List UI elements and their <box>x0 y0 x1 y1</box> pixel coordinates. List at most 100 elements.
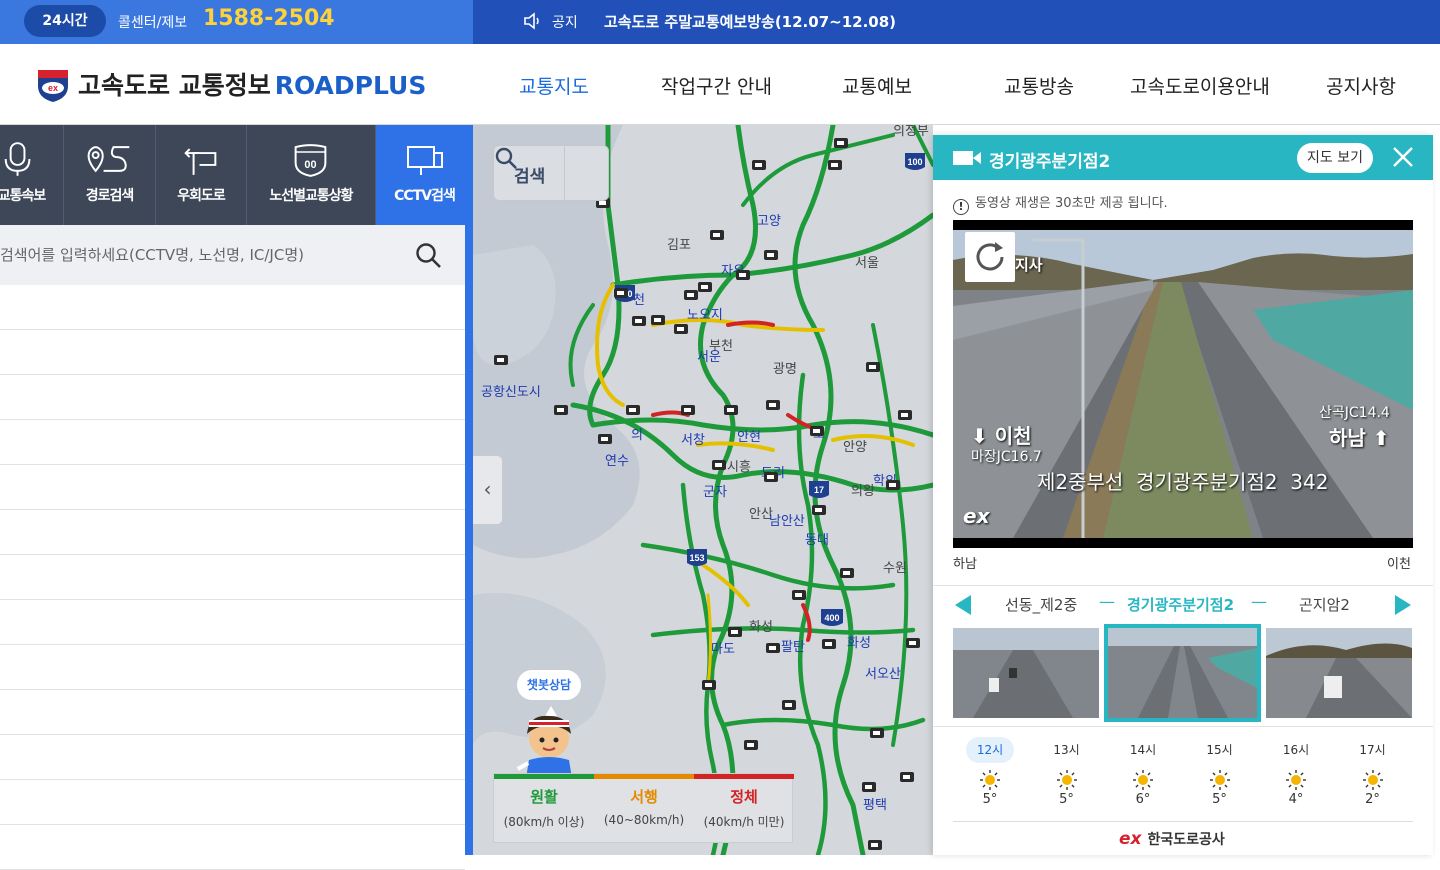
cctv-marker-icon[interactable] <box>862 782 876 792</box>
place-siheung: 시흥 <box>727 459 751 474</box>
cctv-search-input[interactable] <box>0 225 400 285</box>
list-item[interactable] <box>0 465 465 510</box>
cctv-marker-icon[interactable] <box>632 316 646 326</box>
cctv-marker-icon[interactable] <box>764 250 778 260</box>
carousel-next-name[interactable]: 곤지암2 <box>1299 594 1350 615</box>
sun-icon <box>1133 770 1153 790</box>
place-seosan: 서오산 <box>865 666 901 681</box>
search-icon[interactable] <box>494 146 518 170</box>
cctv-marker-icon[interactable] <box>684 290 698 300</box>
legend-slow-name: 서행 <box>630 788 658 806</box>
cctv-marker-icon[interactable] <box>870 728 884 738</box>
list-item[interactable] <box>0 780 465 825</box>
carousel-prev-name[interactable]: 선동_제2중 <box>1005 594 1077 615</box>
video-camera-icon <box>953 151 981 165</box>
cctv-marker-icon[interactable] <box>744 740 758 750</box>
cctv-marker-icon[interactable] <box>792 590 806 600</box>
cctv-marker-icon[interactable] <box>828 160 842 170</box>
cctv-marker-icon[interactable] <box>674 324 688 334</box>
list-item[interactable] <box>0 735 465 780</box>
detour-icon <box>184 148 217 175</box>
cctv-marker-icon[interactable] <box>764 472 778 482</box>
list-item[interactable] <box>0 555 465 600</box>
prev-arrow-icon[interactable] <box>953 593 973 617</box>
cctv-marker-icon[interactable] <box>898 410 912 420</box>
cctv-marker-icon[interactable] <box>752 160 766 170</box>
weather-time: 13시 <box>1053 743 1080 757</box>
list-item[interactable] <box>0 690 465 735</box>
route-badge-17-num: 17 <box>814 485 824 495</box>
place-gwangmyeong: 광명 <box>773 361 797 376</box>
cctv-marker-icon[interactable] <box>866 362 880 372</box>
list-scrollbar[interactable] <box>465 225 473 855</box>
thumbnail-next[interactable] <box>1266 628 1412 718</box>
list-item[interactable] <box>0 825 465 870</box>
cctv-marker-icon[interactable] <box>900 772 914 782</box>
thumbnail-prev[interactable] <box>953 628 1099 718</box>
list-item[interactable] <box>0 375 465 420</box>
list-item[interactable] <box>0 645 465 690</box>
cctv-marker-icon[interactable] <box>724 405 738 415</box>
cctv-marker-icon[interactable] <box>698 282 712 292</box>
legend-congested-name: 정체 <box>730 788 758 806</box>
cctv-marker-icon[interactable] <box>681 405 695 415</box>
expressway-logo[interactable]: ex <box>34 66 72 104</box>
place-airport: 공항신도시 <box>481 384 541 399</box>
cctv-marker-icon[interactable] <box>868 840 882 850</box>
close-icon[interactable] <box>1390 144 1416 170</box>
cctv-marker-icon[interactable] <box>812 505 826 515</box>
site-logo-text[interactable]: 고속도로 교통정보 ROADPLUS <box>78 66 426 102</box>
callcenter-phone[interactable]: 1588-2504 <box>203 6 335 31</box>
nav-traffic-map[interactable]: 교통지도 <box>519 72 589 99</box>
map-search-box[interactable]: 검색 <box>493 145 609 201</box>
cctv-marker-icon[interactable] <box>810 426 824 436</box>
tab-route-status[interactable]: 00 노선별교통상황 <box>247 125 376 225</box>
hours-badge: 24시간 <box>24 5 106 37</box>
overlay-caption: 제2중부선 경기광주분기점2 342 <box>1037 470 1329 494</box>
replay-button[interactable] <box>965 232 1015 282</box>
next-arrow-icon[interactable] <box>1393 593 1413 617</box>
nav-work-zones[interactable]: 작업구간 안내 <box>661 72 772 99</box>
traffic-map[interactable]: 의정부 김포 고양 서울 자유 천 노오지 부천 서운 광명 공항신도시 안현 … <box>473 125 933 855</box>
list-item[interactable] <box>0 420 465 465</box>
cctv-marker-icon[interactable] <box>906 638 920 648</box>
search-icon[interactable] <box>414 241 442 269</box>
cctv-marker-icon[interactable] <box>702 680 716 690</box>
cctv-marker-icon[interactable] <box>834 138 848 148</box>
cctv-marker-icon[interactable] <box>782 700 796 710</box>
thumbnail-current[interactable] <box>1104 624 1261 722</box>
cctv-marker-icon[interactable] <box>822 639 836 649</box>
cctv-marker-icon[interactable] <box>554 405 568 415</box>
nav-traffic-forecast[interactable]: 교통예보 <box>842 72 912 99</box>
cctv-marker-icon[interactable] <box>766 643 780 653</box>
cctv-video[interactable]: 지사 ⬇ 이천 마장JC16.7 산곡JC14.4 하남 ⬆ 제2중부선 경기광… <box>953 220 1413 548</box>
cctv-marker-icon[interactable] <box>614 288 628 298</box>
place-pyeong: 평택 <box>863 797 887 812</box>
list-item[interactable] <box>0 285 465 330</box>
legend-slow: 서행 (40~80km/h) <box>594 786 694 827</box>
cctv-marker-icon[interactable] <box>712 460 726 470</box>
cctv-marker-icon[interactable] <box>626 405 640 415</box>
nav-expressway-guide[interactable]: 고속도로이용안내 <box>1130 72 1270 99</box>
cctv-marker-icon[interactable] <box>840 568 854 578</box>
tab-traffic-news[interactable]: 교통속보 <box>0 125 64 225</box>
cctv-marker-icon[interactable] <box>494 355 508 365</box>
panel-collapse-button[interactable]: ‹ <box>473 455 503 525</box>
list-item[interactable] <box>0 600 465 645</box>
cctv-marker-icon[interactable] <box>651 315 665 325</box>
cctv-marker-icon[interactable] <box>598 434 612 444</box>
notice-text[interactable]: 고속도로 주말교통예보방송(12.07~12.08) <box>604 11 896 32</box>
cctv-marker-icon[interactable] <box>728 627 742 637</box>
cctv-marker-icon[interactable] <box>736 270 750 280</box>
cctv-marker-icon[interactable] <box>710 230 724 240</box>
tab-cctv-search[interactable]: CCTV검색 <box>376 125 473 225</box>
list-item[interactable] <box>0 330 465 375</box>
list-item[interactable] <box>0 510 465 555</box>
map-view-button[interactable]: 지도 보기 <box>1297 143 1373 173</box>
tab-route-search[interactable]: 경로검색 <box>64 125 156 225</box>
cctv-marker-icon[interactable] <box>886 480 900 490</box>
tab-detour[interactable]: 우회도로 <box>156 125 247 225</box>
cctv-marker-icon[interactable] <box>766 400 780 410</box>
nav-notices[interactable]: 공지사항 <box>1326 72 1396 99</box>
nav-traffic-broadcast[interactable]: 교통방송 <box>1004 72 1074 99</box>
